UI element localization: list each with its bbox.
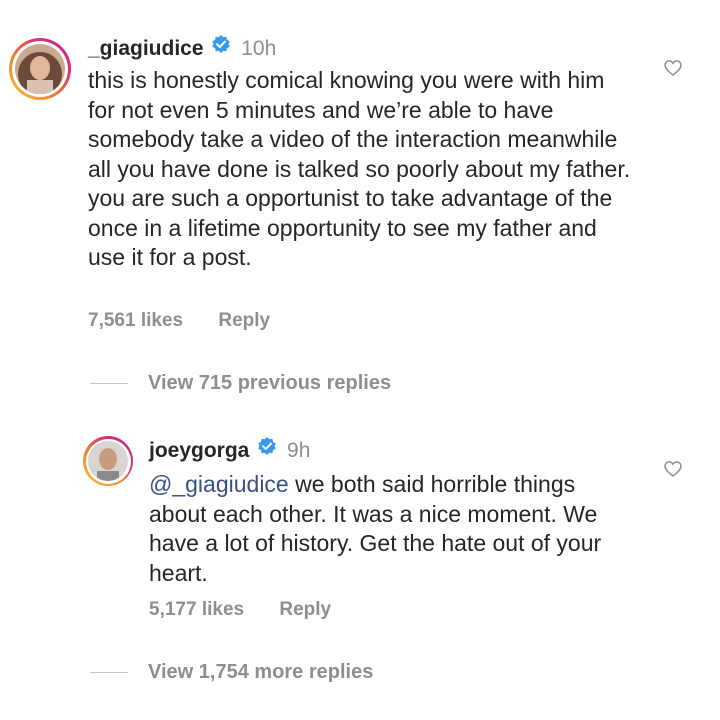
comment-text: @_giagiudice we both said horrible thing…: [149, 470, 639, 588]
comment-meta: 7,561 likes Reply: [88, 310, 300, 332]
avatar-giagiudice[interactable]: [9, 38, 71, 100]
mention-link[interactable]: @_giagiudice: [149, 471, 289, 497]
verified-badge-icon: [211, 34, 231, 62]
verified-badge-icon: [257, 436, 277, 464]
likes-count[interactable]: 7,561 likes: [88, 310, 183, 331]
avatar-joeygorga[interactable]: [83, 436, 133, 486]
likes-count[interactable]: 5,177 likes: [149, 599, 244, 620]
view-more-replies-button[interactable]: View 1,754 more replies: [90, 661, 373, 684]
timestamp: 9h: [287, 439, 311, 463]
comment-text: this is honestly comical knowing you wer…: [88, 67, 637, 270]
comment-giagiudice: _giagiudice 10h this is honestly comical…: [0, 0, 720, 340]
divider-line: [90, 672, 128, 673]
view-previous-replies-button[interactable]: View 715 previous replies: [90, 372, 391, 395]
view-previous-replies-label: View 715 previous replies: [148, 372, 392, 394]
comment-joeygorga: joeygorga 9h @_giagiudice we both said h…: [0, 420, 720, 650]
view-more-replies-label: View 1,754 more replies: [148, 661, 374, 683]
username[interactable]: joeygorga: [149, 439, 249, 462]
username[interactable]: _giagiudice: [88, 37, 204, 60]
comment-header: joeygorga 9h: [149, 436, 310, 467]
avatar-photo: [15, 44, 65, 94]
comment-header: _giagiudice 10h: [88, 34, 276, 65]
like-heart-icon[interactable]: [663, 58, 683, 83]
timestamp: 10h: [241, 37, 277, 61]
reply-button[interactable]: Reply: [279, 599, 331, 620]
comment-meta: 5,177 likes Reply: [149, 599, 361, 621]
like-heart-icon[interactable]: [663, 459, 683, 484]
reply-button[interactable]: Reply: [218, 310, 270, 331]
divider-line: [90, 383, 128, 384]
avatar-photo: [88, 441, 128, 481]
